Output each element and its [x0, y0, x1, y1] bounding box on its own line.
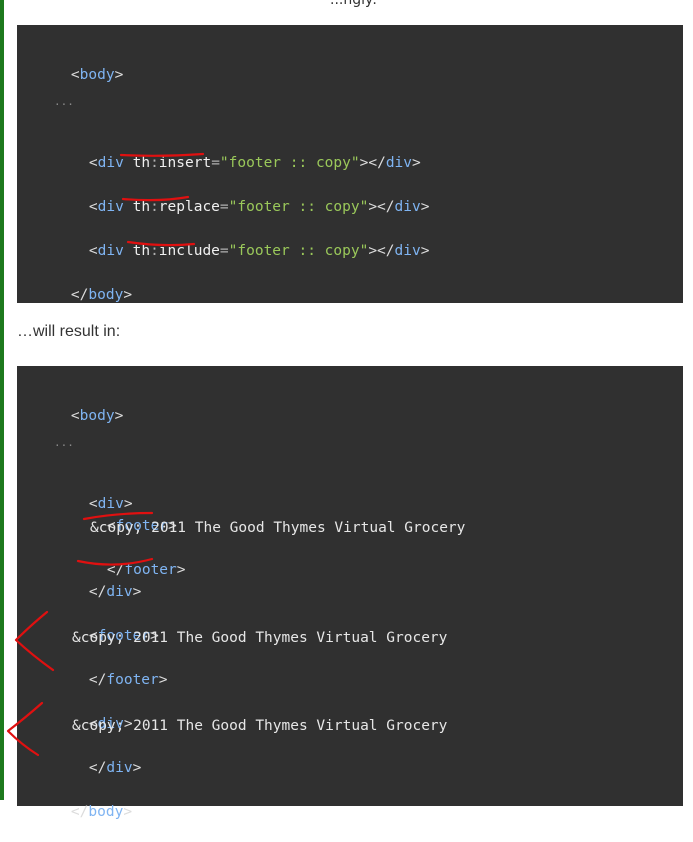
code-line: &copy; 2011 The Good Thymes Virtual Groc…: [72, 630, 448, 646]
code-line-include: <div th:include="footer :: copy"></div>: [88, 243, 430, 259]
code-line: <div>: [88, 716, 133, 732]
code-line: <footer>: [106, 518, 177, 534]
code-line: &copy; 2011 The Good Thymes Virtual Groc…: [90, 520, 466, 536]
code-line: </div>: [88, 584, 142, 600]
code-ellipsis: ...: [54, 436, 74, 449]
code-line: </body>: [70, 287, 133, 303]
code-line: </div>: [88, 760, 142, 776]
result-caption: …will result in:: [17, 323, 121, 340]
prev-text-fragment: ...ngly:: [330, 0, 377, 8]
code-line: </body>: [70, 804, 133, 820]
code-ellipsis: ...: [54, 95, 74, 108]
code-line: <div>: [88, 496, 133, 512]
code-block-output: <body> ... <div> <footer> &copy; 2011 Th…: [17, 366, 683, 820]
code-line: </footer>: [88, 672, 168, 688]
code-line: &copy; 2011 The Good Thymes Virtual Groc…: [72, 718, 448, 734]
code-line: <body>: [70, 408, 124, 424]
code-block-input: <body> ... <div th:insert="footer :: cop…: [17, 25, 683, 303]
code-line-replace: <div th:replace="footer :: copy"></div>: [88, 199, 430, 215]
left-accent-bar: [0, 0, 4, 800]
code-line: <body>: [70, 67, 124, 83]
code-line: <footer>: [88, 628, 159, 644]
code-line-insert: <div th:insert="footer :: copy"></div>: [88, 155, 421, 171]
code-line: </footer>: [106, 562, 186, 578]
